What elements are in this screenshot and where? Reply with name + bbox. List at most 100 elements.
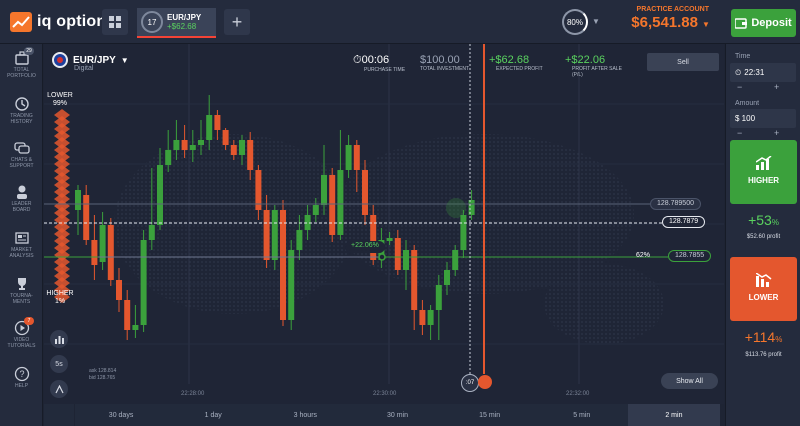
logo[interactable]: iq option [10,12,106,32]
timeframe-15-min[interactable]: 15 min [444,404,536,426]
account-balance[interactable]: $6,541.88 [612,14,698,31]
purchase-time-value: 00:06 [361,54,390,66]
stat-purchase-time: ⏱00:06 PURCHASE TIME [353,54,405,73]
candle-body [345,145,352,170]
chat-icon [13,142,30,154]
sidebar-item-leader-board[interactable]: LEADER BOARD [0,184,43,213]
purchase-point-marker [378,253,386,261]
purchase-time-label: PURCHASE TIME [364,67,406,73]
candle-body [157,165,163,225]
higher-button[interactable]: HIGHER [730,140,797,204]
amount-minus-button[interactable]: − [737,128,742,138]
timeframe-2-min[interactable]: 2 min [627,404,720,426]
sentiment-higher-pct: 1% [54,298,66,305]
candle-body [329,175,336,235]
bid-value: bid 128.765 [89,375,116,381]
show-all-button[interactable]: Show All [661,373,718,389]
candle-body [312,205,319,215]
total-investment-label: TOTAL INVESTMENT [420,66,470,72]
sidebar-item-trading-history[interactable]: TRADING HISTORY [0,96,43,125]
trophy-person-icon [16,185,27,199]
sidebar-item-chats-support[interactable]: CHATS & SUPPORT [0,140,43,169]
strike-pct: 62% [636,252,651,259]
tab-asset-name: EUR/JPY [167,13,202,22]
price-chart[interactable] [44,44,724,404]
amount-plus-button[interactable]: + [774,128,779,138]
candle-body [394,238,401,270]
candle-body [132,325,139,330]
stat-total-investment: $100.00 TOTAL INVESTMENT [420,54,469,72]
time-minus-button[interactable]: − [737,82,742,92]
sell-button[interactable]: Sell [647,53,719,71]
candle-body [189,145,196,150]
level-indicator[interactable]: 80% [562,9,588,35]
sidebar-item-label: CHATS & SUPPORT [9,157,34,169]
lower-label: LOWER [748,293,779,302]
sidebar-item-market-analysis[interactable]: MARKET ANALYSIS [0,230,43,259]
left-sidebar: 29 TOTAL PORTFOLIO TRADING HISTORY CHATS & … [0,44,43,426]
chevron-down-icon[interactable]: ▼ [592,17,600,26]
asset-grid-button[interactable] [102,9,128,35]
deposit-label: Deposit [751,17,792,29]
sidebar-item-help[interactable]: ? HELP [0,366,43,389]
candle-body [247,140,254,170]
amount-field[interactable]: $ 100 [730,109,796,128]
sidebar-item-label: TOTAL PORTFOLIO [7,67,36,79]
candle-body [239,140,245,155]
timeframe-bar: 30 days 1 day 3 hours 30 min 15 min 5 min 2 mi… [75,404,720,426]
higher-payout-sign: % [771,218,779,227]
sidebar-item-label: TRADING HISTORY [10,113,33,125]
lower-button[interactable]: LOWER [730,257,797,321]
candle-body [222,130,229,145]
draw-icon [54,384,64,393]
timeframe-3-hours[interactable]: 3 hours [259,404,351,426]
candle-body [181,140,188,150]
trend-down-icon [755,272,771,287]
candle-body [296,230,303,250]
candle-interval-button[interactable]: 5s [50,355,68,373]
candle-body [148,225,155,240]
sidebar-item-label: LEADER BOARD [11,201,32,213]
expected-profit-value: +$62.68 [489,54,530,66]
candle-body [214,115,221,130]
expiry-time-field[interactable]: ⏲ 22:31 [730,63,796,82]
amount-value: $ 100 [735,114,756,123]
eur-jpy-flag-icon [52,52,68,68]
lower-payout-value: +114 [744,329,776,345]
time-label-3: 22:32:00 [566,391,590,397]
trade-profit-marker: +22.06% [345,241,385,253]
balance-chevron-down-icon[interactable]: ▼ [702,20,710,29]
draw-tool-button[interactable] [50,380,68,398]
sidebar-item-label: MARKET ANALYSIS [9,247,34,259]
time-plus-button[interactable]: + [774,82,779,92]
candle-body [337,170,344,235]
indicators-button[interactable] [50,330,68,348]
logo-text: iq option [37,13,107,30]
asset-tab-eurjpy[interactable]: 17 EUR/JPY +$62.68 [137,8,216,38]
expiry-flag-icon[interactable] [478,375,492,389]
deposit-button[interactable]: Deposit [731,9,796,37]
chart-area[interactable] [44,44,724,404]
asset-type: Digital [74,65,94,72]
candle-body [198,140,204,145]
sidebar-item-tournaments[interactable]: TOURNA- MENTS [0,276,43,305]
timeframe-30-min[interactable]: 30 min [351,404,443,426]
candle-body [271,210,278,260]
expiry-time-value: 22:31 [744,68,765,77]
sidebar-item-video-tutorials[interactable]: 7 VIDEO TUTORIALS [0,317,43,349]
asset-chevron-down-icon[interactable]: ▼ [121,56,129,65]
timeframe-5-min[interactable]: 5 min [536,404,628,426]
question-icon: ? [14,366,29,382]
sidebar-item-label: TOURNA- MENTS [10,293,33,305]
sidebar-item-total-portfolio[interactable]: 29 TOTAL PORTFOLIO [0,47,43,79]
candle-body [370,215,377,260]
add-asset-button[interactable]: + [224,9,250,35]
timeframe-1-day[interactable]: 1 day [167,404,259,426]
timeframe-30-days[interactable]: 30 days [75,404,167,426]
candle-body [165,150,172,165]
candle-body [75,190,81,210]
logo-chart-icon [10,12,32,32]
timer-left: :07 [461,374,479,392]
candle-body [99,225,106,262]
candle-body [386,238,393,241]
